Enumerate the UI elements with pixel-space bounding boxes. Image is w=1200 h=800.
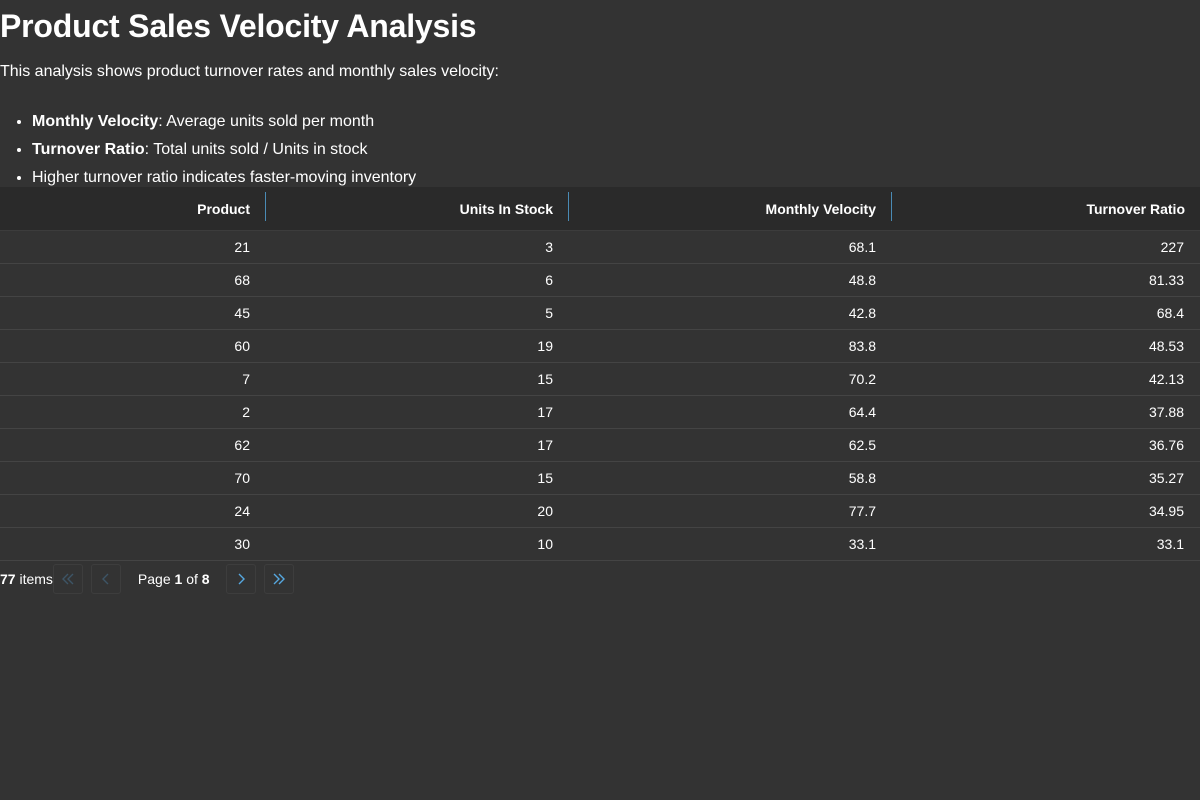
current-page: 1 <box>174 571 183 587</box>
cell-turnover-ratio: 42.13 <box>1148 371 1184 387</box>
column-header-monthly-velocity[interactable]: Monthly Velocity <box>569 187 892 230</box>
table-row[interactable]: 62 17 62.5 36.76 <box>0 429 1200 462</box>
table-row[interactable]: 30 10 33.1 33.1 <box>0 528 1200 561</box>
page: Product Sales Velocity Analysis This ana… <box>0 0 1200 800</box>
page-title: Product Sales Velocity Analysis <box>0 8 477 44</box>
cell-product: 45 <box>234 305 250 321</box>
first-page-button[interactable] <box>52 564 83 594</box>
cell-monthly-velocity: 64.4 <box>848 404 876 420</box>
cell-monthly-velocity: 62.5 <box>848 437 876 453</box>
cell-units-in-stock: 15 <box>537 470 553 486</box>
cell-units-in-stock: 17 <box>537 404 553 420</box>
column-header-units-in-stock[interactable]: Units In Stock <box>266 187 569 230</box>
cell-turnover-ratio: 81.33 <box>1148 272 1184 288</box>
cell-product: 70 <box>234 470 250 486</box>
note-text: Higher turnover ratio indicates faster-m… <box>32 169 417 186</box>
cell-monthly-velocity: 68.1 <box>848 239 876 255</box>
table-row[interactable]: 45 5 42.8 68.4 <box>0 297 1200 330</box>
cell-turnover-ratio: 68.4 <box>1156 305 1184 321</box>
cell-units-in-stock: 6 <box>545 272 553 288</box>
cell-turnover-ratio: 48.53 <box>1148 338 1184 354</box>
next-page-icon <box>238 573 245 585</box>
cell-turnover-ratio: 35.27 <box>1148 470 1184 486</box>
items-label: items <box>19 571 53 587</box>
cell-monthly-velocity: 33.1 <box>848 536 876 552</box>
cell-turnover-ratio: 34.95 <box>1148 503 1184 519</box>
cell-units-in-stock: 3 <box>545 239 553 255</box>
cell-monthly-velocity: 58.8 <box>848 470 876 486</box>
total-items: 77 <box>0 571 16 587</box>
table-row[interactable]: 60 19 83.8 48.53 <box>0 330 1200 363</box>
first-page-icon <box>61 573 74 585</box>
note-text: : Total units sold / Units in stock <box>144 141 368 158</box>
cell-monthly-velocity: 70.2 <box>848 371 876 387</box>
table-row[interactable]: 7 15 70.2 42.13 <box>0 363 1200 396</box>
cell-product: 30 <box>234 536 250 552</box>
last-page-icon <box>273 573 285 585</box>
list-item: Monthly Velocity: Average units sold per… <box>32 108 416 136</box>
column-header-product[interactable]: Product <box>0 187 266 230</box>
table-row[interactable]: 21 3 68.1 227 <box>0 231 1200 264</box>
note-term: Monthly Velocity <box>32 113 159 130</box>
table-row[interactable]: 2 17 64.4 37.88 <box>0 396 1200 429</box>
previous-page-icon <box>101 573 109 585</box>
item-count: 77 items <box>0 571 53 587</box>
list-item: Turnover Ratio: Total units sold / Units… <box>32 136 416 164</box>
cell-product: 24 <box>234 503 250 519</box>
cell-monthly-velocity: 83.8 <box>848 338 876 354</box>
cell-units-in-stock: 5 <box>545 305 553 321</box>
next-page-button[interactable] <box>225 564 256 594</box>
note-text: : Average units sold per month <box>158 113 375 130</box>
cell-monthly-velocity: 48.8 <box>848 272 876 288</box>
pager: 77 items Page 1 of 8 <box>0 563 302 595</box>
cell-product: 60 <box>234 338 250 354</box>
cell-product: 2 <box>242 404 250 420</box>
data-grid: Product Units In Stock Monthly Velocity … <box>0 187 1200 561</box>
cell-units-in-stock: 19 <box>537 338 553 354</box>
cell-monthly-velocity: 42.8 <box>848 305 876 321</box>
previous-page-button[interactable] <box>90 564 121 594</box>
cell-monthly-velocity: 77.7 <box>848 503 876 519</box>
cell-product: 21 <box>234 239 250 255</box>
total-pages: 8 <box>201 571 210 587</box>
cell-turnover-ratio: 227 <box>1160 239 1184 255</box>
grid-header: Product Units In Stock Monthly Velocity … <box>0 187 1200 231</box>
table-row[interactable]: 24 20 77.7 34.95 <box>0 495 1200 528</box>
grid-body: 21 3 68.1 227 68 6 48.8 81.33 45 5 42.8 68.4 60 19 83.… <box>0 231 1200 561</box>
intro-text: This analysis shows product turnover rat… <box>0 63 499 80</box>
page-label: Page <box>137 571 171 587</box>
last-page-button[interactable] <box>263 564 294 594</box>
table-row[interactable]: 68 6 48.8 81.33 <box>0 264 1200 297</box>
note-term: Turnover Ratio <box>32 141 145 158</box>
cell-units-in-stock: 17 <box>537 437 553 453</box>
of-label: of <box>186 571 198 587</box>
table-row[interactable]: 70 15 58.8 35.27 <box>0 462 1200 495</box>
cell-turnover-ratio: 33.1 <box>1156 536 1184 552</box>
cell-product: 62 <box>234 437 250 453</box>
column-header-turnover-ratio[interactable]: Turnover Ratio <box>892 187 1200 230</box>
cell-product: 7 <box>242 371 250 387</box>
notes-list: Monthly Velocity: Average units sold per… <box>0 108 416 192</box>
cell-units-in-stock: 10 <box>537 536 553 552</box>
cell-turnover-ratio: 37.88 <box>1148 404 1184 420</box>
page-info: Page 1 of 8 <box>138 571 210 587</box>
cell-units-in-stock: 20 <box>537 503 553 519</box>
cell-product: 68 <box>234 272 250 288</box>
cell-units-in-stock: 15 <box>537 371 553 387</box>
cell-turnover-ratio: 36.76 <box>1148 437 1184 453</box>
